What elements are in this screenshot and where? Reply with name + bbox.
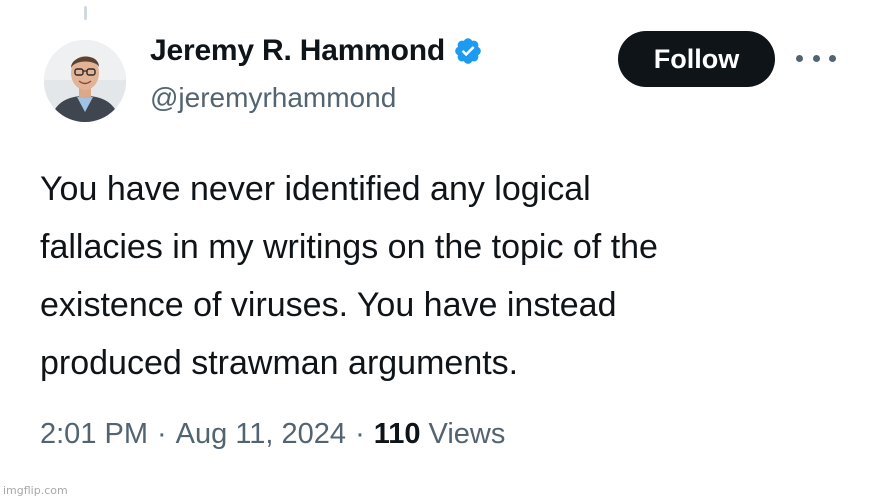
imgflip-watermark: imgflip.com (3, 484, 68, 497)
meta-separator: · (355, 418, 365, 450)
tweet-time[interactable]: 2:01 PM (40, 418, 148, 451)
tweet-body: You have never identified any logical fa… (40, 160, 840, 392)
views-label: Views (428, 418, 506, 450)
more-dot (829, 54, 836, 62)
author-handle[interactable]: @jeremyrhammond (150, 82, 396, 114)
tweet-text-line: fallacies in my writings on the topic of… (40, 228, 658, 266)
author-display-name[interactable]: Jeremy R. Hammond (150, 34, 445, 68)
avatar-image (44, 40, 126, 122)
verified-badge-icon[interactable] (453, 36, 483, 66)
tweet-date[interactable]: Aug 11, 2024 (176, 418, 346, 451)
tweet-text-line: produced strawman arguments. (40, 344, 519, 382)
tweet-metadata: 2:01 PM · Aug 11, 2024 · 110 Views (40, 418, 505, 451)
tweet-text-line: existence of viruses. You have instead (40, 286, 617, 324)
meta-separator: · (157, 418, 167, 450)
tweet-text-line: You have never identified any logical (40, 170, 591, 208)
avatar[interactable] (44, 40, 126, 122)
views-count: 110 (373, 418, 421, 450)
author-name-row: Jeremy R. Hammond (150, 34, 483, 68)
more-dot (812, 54, 820, 62)
more-dot (796, 54, 803, 62)
thread-connector-line (84, 6, 87, 20)
more-options-icon[interactable] (796, 46, 836, 70)
follow-button[interactable]: Follow (618, 31, 775, 87)
